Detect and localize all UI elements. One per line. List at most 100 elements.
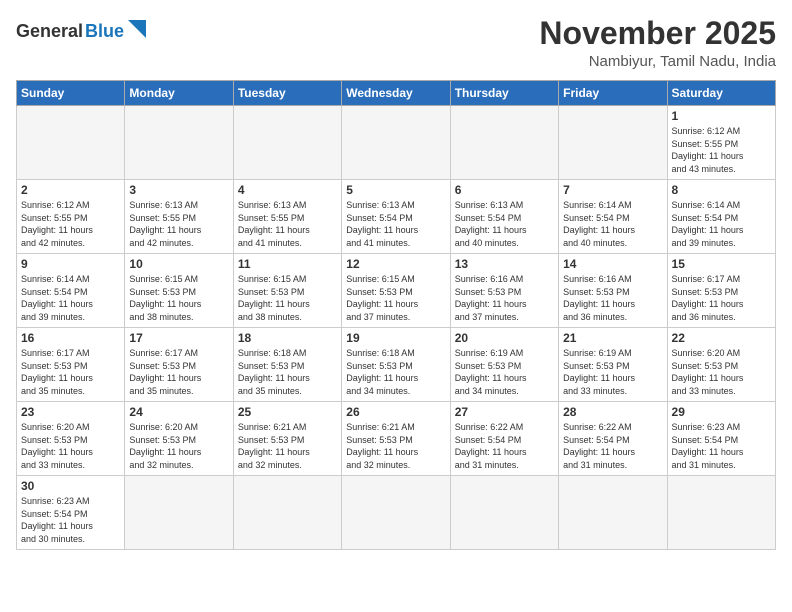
calendar-cell: 4 Sunrise: 6:13 AM Sunset: 5:55 PM Daylig… <box>233 180 341 254</box>
calendar-page: General Blue November 2025 Nambiyur, Tam… <box>0 0 792 560</box>
date-number: 19 <box>346 331 445 345</box>
cell-daylight-info: Sunrise: 6:21 AM Sunset: 5:53 PM Dayligh… <box>346 421 445 471</box>
weekday-header-monday: Monday <box>125 81 233 106</box>
calendar-cell: 22 Sunrise: 6:20 AM Sunset: 5:53 PM Dayli… <box>667 328 775 402</box>
calendar-cell: 1 Sunrise: 6:12 AM Sunset: 5:55 PM Daylig… <box>667 106 775 180</box>
header-area: General Blue November 2025 Nambiyur, Tam… <box>16 16 776 70</box>
cell-daylight-info: Sunrise: 6:18 AM Sunset: 5:53 PM Dayligh… <box>346 347 445 397</box>
cell-daylight-info: Sunrise: 6:14 AM Sunset: 5:54 PM Dayligh… <box>672 199 771 249</box>
cell-daylight-info: Sunrise: 6:23 AM Sunset: 5:54 PM Dayligh… <box>672 421 771 471</box>
weekday-header-row: SundayMondayTuesdayWednesdayThursdayFrid… <box>17 81 776 106</box>
calendar-cell <box>17 106 125 180</box>
calendar-cell: 9 Sunrise: 6:14 AM Sunset: 5:54 PM Daylig… <box>17 254 125 328</box>
title-area: November 2025 Nambiyur, Tamil Nadu, Indi… <box>539 16 776 70</box>
cell-daylight-info: Sunrise: 6:15 AM Sunset: 5:53 PM Dayligh… <box>238 273 337 323</box>
cell-daylight-info: Sunrise: 6:19 AM Sunset: 5:53 PM Dayligh… <box>563 347 662 397</box>
cell-daylight-info: Sunrise: 6:21 AM Sunset: 5:53 PM Dayligh… <box>238 421 337 471</box>
date-number: 1 <box>672 109 771 123</box>
calendar-cell <box>450 106 558 180</box>
cell-daylight-info: Sunrise: 6:13 AM Sunset: 5:55 PM Dayligh… <box>129 199 228 249</box>
calendar-cell: 8 Sunrise: 6:14 AM Sunset: 5:54 PM Daylig… <box>667 180 775 254</box>
calendar-cell: 30Sunrise: 6:23 AM Sunset: 5:54 PM Dayli… <box>17 476 125 550</box>
calendar-cell: 11Sunrise: 6:15 AM Sunset: 5:53 PM Dayli… <box>233 254 341 328</box>
calendar-cell: 21 Sunrise: 6:19 AM Sunset: 5:53 PM Dayli… <box>559 328 667 402</box>
calendar-cell: 28 Sunrise: 6:22 AM Sunset: 5:54 PM Dayli… <box>559 402 667 476</box>
calendar-cell: 26 Sunrise: 6:21 AM Sunset: 5:53 PM Dayli… <box>342 402 450 476</box>
calendar-cell <box>125 476 233 550</box>
cell-daylight-info: Sunrise: 6:13 AM Sunset: 5:55 PM Dayligh… <box>238 199 337 249</box>
calendar-cell: 23Sunrise: 6:20 AM Sunset: 5:53 PM Dayli… <box>17 402 125 476</box>
calendar-cell <box>450 476 558 550</box>
calendar-cell: 3 Sunrise: 6:13 AM Sunset: 5:55 PM Daylig… <box>125 180 233 254</box>
calendar-cell: 16Sunrise: 6:17 AM Sunset: 5:53 PM Dayli… <box>17 328 125 402</box>
calendar-table: SundayMondayTuesdayWednesdayThursdayFrid… <box>16 80 776 550</box>
cell-daylight-info: Sunrise: 6:17 AM Sunset: 5:53 PM Dayligh… <box>129 347 228 397</box>
date-number: 28 <box>563 405 662 419</box>
date-number: 9 <box>21 257 120 271</box>
date-number: 23 <box>21 405 120 419</box>
calendar-cell <box>233 476 341 550</box>
date-number: 26 <box>346 405 445 419</box>
date-number: 3 <box>129 183 228 197</box>
date-number: 30 <box>21 479 120 493</box>
week-row-1: 1 Sunrise: 6:12 AM Sunset: 5:55 PM Daylig… <box>17 106 776 180</box>
calendar-cell: 14 Sunrise: 6:16 AM Sunset: 5:53 PM Dayli… <box>559 254 667 328</box>
week-row-5: 23 Sunrise: 6:20 AM Sunset: 5:53 PM Dayli… <box>17 402 776 476</box>
date-number: 13 <box>455 257 554 271</box>
date-number: 14 <box>563 257 662 271</box>
cell-daylight-info: Sunrise: 6:14 AM Sunset: 5:54 PM Dayligh… <box>563 199 662 249</box>
date-number: 27 <box>455 405 554 419</box>
cell-daylight-info: Sunrise: 6:14 AM Sunset: 5:54 PM Dayligh… <box>21 273 120 323</box>
date-number: 16 <box>21 331 120 345</box>
calendar-cell <box>342 476 450 550</box>
logo-blue-text: Blue <box>85 21 124 42</box>
date-number: 15 <box>672 257 771 271</box>
cell-daylight-info: Sunrise: 6:15 AM Sunset: 5:53 PM Dayligh… <box>346 273 445 323</box>
week-row-3: 9 Sunrise: 6:14 AM Sunset: 5:54 PM Daylig… <box>17 254 776 328</box>
cell-daylight-info: Sunrise: 6:16 AM Sunset: 5:53 PM Dayligh… <box>455 273 554 323</box>
cell-daylight-info: Sunrise: 6:18 AM Sunset: 5:53 PM Dayligh… <box>238 347 337 397</box>
date-number: 22 <box>672 331 771 345</box>
date-number: 4 <box>238 183 337 197</box>
date-number: 18 <box>238 331 337 345</box>
date-number: 20 <box>455 331 554 345</box>
cell-daylight-info: Sunrise: 6:17 AM Sunset: 5:53 PM Dayligh… <box>672 273 771 323</box>
date-number: 12 <box>346 257 445 271</box>
calendar-cell: 10 Sunrise: 6:15 AM Sunset: 5:53 PM Dayli… <box>125 254 233 328</box>
weekday-header-thursday: Thursday <box>450 81 558 106</box>
cell-daylight-info: Sunrise: 6:19 AM Sunset: 5:53 PM Dayligh… <box>455 347 554 397</box>
cell-daylight-info: Sunrise: 6:12 AM Sunset: 5:55 PM Dayligh… <box>21 199 120 249</box>
calendar-cell: 13 Sunrise: 6:16 AM Sunset: 5:53 PM Dayli… <box>450 254 558 328</box>
week-row-4: 16 Sunrise: 6:17 AM Sunset: 5:53 PM Dayli… <box>17 328 776 402</box>
calendar-cell: 25 Sunrise: 6:21 AM Sunset: 5:53 PM Dayli… <box>233 402 341 476</box>
calendar-cell <box>233 106 341 180</box>
cell-daylight-info: Sunrise: 6:20 AM Sunset: 5:53 PM Dayligh… <box>672 347 771 397</box>
calendar-cell: 27 Sunrise: 6:22 AM Sunset: 5:54 PM Dayli… <box>450 402 558 476</box>
calendar-cell: 5Sunrise: 6:13 AM Sunset: 5:54 PM Daylig… <box>342 180 450 254</box>
date-number: 8 <box>672 183 771 197</box>
weekday-header-wednesday: Wednesday <box>342 81 450 106</box>
weekday-header-friday: Friday <box>559 81 667 106</box>
logo-triangle-icon <box>128 20 146 38</box>
date-number: 25 <box>238 405 337 419</box>
calendar-cell: 19 Sunrise: 6:18 AM Sunset: 5:53 PM Dayli… <box>342 328 450 402</box>
cell-daylight-info: Sunrise: 6:20 AM Sunset: 5:53 PM Dayligh… <box>129 421 228 471</box>
cell-daylight-info: Sunrise: 6:13 AM Sunset: 5:54 PM Dayligh… <box>455 199 554 249</box>
calendar-cell: 20 Sunrise: 6:19 AM Sunset: 5:53 PM Dayli… <box>450 328 558 402</box>
cell-daylight-info: Sunrise: 6:15 AM Sunset: 5:53 PM Dayligh… <box>129 273 228 323</box>
cell-daylight-info: Sunrise: 6:22 AM Sunset: 5:54 PM Dayligh… <box>563 421 662 471</box>
cell-daylight-info: Sunrise: 6:13 AM Sunset: 5:54 PM Dayligh… <box>346 199 445 249</box>
weekday-header-sunday: Sunday <box>17 81 125 106</box>
calendar-cell: 12 Sunrise: 6:15 AM Sunset: 5:53 PM Dayli… <box>342 254 450 328</box>
logo-general-text: General <box>16 21 83 42</box>
month-title: November 2025 <box>539 16 776 51</box>
date-number: 2 <box>21 183 120 197</box>
date-number: 21 <box>563 331 662 345</box>
cell-daylight-info: Sunrise: 6:16 AM Sunset: 5:53 PM Dayligh… <box>563 273 662 323</box>
calendar-cell <box>125 106 233 180</box>
cell-daylight-info: Sunrise: 6:22 AM Sunset: 5:54 PM Dayligh… <box>455 421 554 471</box>
date-number: 10 <box>129 257 228 271</box>
calendar-cell: 6Sunrise: 6:13 AM Sunset: 5:54 PM Daylig… <box>450 180 558 254</box>
cell-daylight-info: Sunrise: 6:12 AM Sunset: 5:55 PM Dayligh… <box>672 125 771 175</box>
week-row-2: 2 Sunrise: 6:12 AM Sunset: 5:55 PM Daylig… <box>17 180 776 254</box>
